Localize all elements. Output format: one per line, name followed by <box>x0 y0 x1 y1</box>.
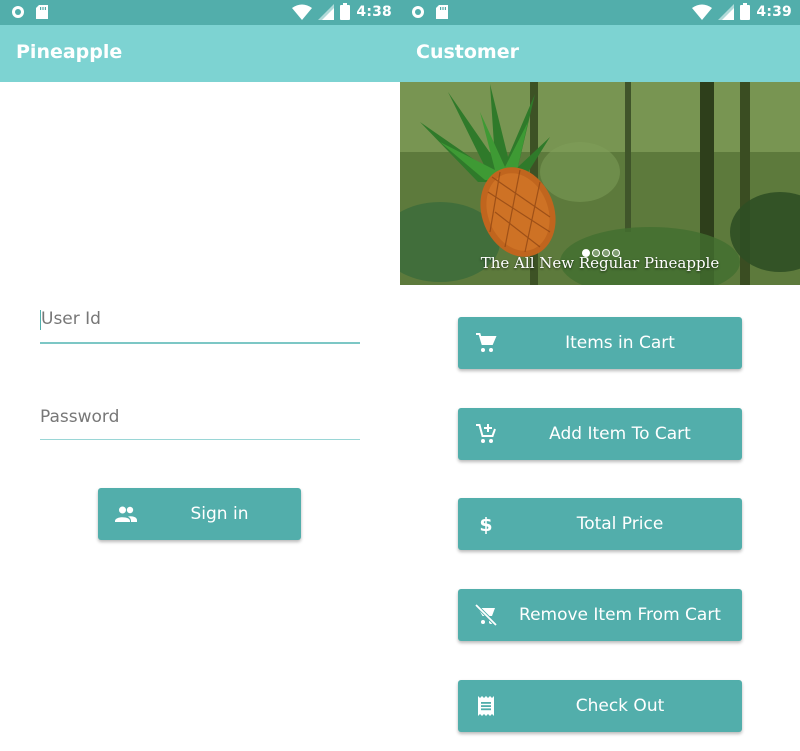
page-title: Pineapple <box>16 41 123 63</box>
sign-in-button[interactable]: Sign in <box>98 488 301 540</box>
status-time: 4:39 <box>756 3 792 20</box>
people-icon <box>115 506 137 522</box>
password-field[interactable]: Password <box>40 406 360 442</box>
battery-icon <box>340 3 351 20</box>
status-time: 4:38 <box>356 3 392 20</box>
wifi-icon <box>292 4 313 20</box>
page-title: Customer <box>416 41 519 63</box>
battery-icon <box>740 3 751 20</box>
remove-item-from-cart-button[interactable]: Remove Item From Cart <box>458 589 742 641</box>
app-bar: Pineapple <box>0 25 400 82</box>
app-bar: Customer <box>400 25 800 82</box>
add-to-cart-icon <box>476 424 496 443</box>
total-price-label: Total Price <box>576 514 664 534</box>
sd-card-icon <box>436 5 448 19</box>
items-in-cart-label: Items in Cart <box>565 333 675 353</box>
sync-icon <box>412 6 424 18</box>
password-underline <box>40 439 360 440</box>
login-screen: 4:38 Pineapple User Id Password Sign in <box>0 0 400 751</box>
carousel-caption: The All New Regular Pineapple <box>480 254 720 272</box>
add-item-to-cart-label: Add Item To Cart <box>549 424 691 444</box>
remove-item-from-cart-label: Remove Item From Cart <box>519 605 721 625</box>
signal-icon <box>718 3 735 20</box>
cart-icon <box>476 333 497 352</box>
sd-card-icon <box>36 5 48 19</box>
check-out-label: Check Out <box>575 696 665 716</box>
user-id-underline <box>40 342 360 344</box>
wifi-icon <box>692 4 713 20</box>
user-id-placeholder: User Id <box>41 309 101 329</box>
sync-icon <box>12 6 24 18</box>
add-item-to-cart-button[interactable]: Add Item To Cart <box>458 408 742 460</box>
status-bar: 4:39 <box>400 0 800 25</box>
receipt-icon <box>478 696 494 716</box>
user-id-field[interactable]: User Id <box>40 308 360 344</box>
svg-text:$: $ <box>479 514 492 536</box>
check-out-button[interactable]: Check Out <box>458 680 742 732</box>
dollar-icon: $ <box>479 514 492 536</box>
items-in-cart-button[interactable]: Items in Cart <box>458 317 742 369</box>
remove-from-cart-icon <box>474 603 498 627</box>
customer-screen: 4:39 Customer The All New Regular Pineap… <box>400 0 800 751</box>
image-carousel[interactable]: The All New Regular Pineapple <box>400 82 800 285</box>
password-placeholder: Password <box>40 407 120 427</box>
total-price-button[interactable]: $ Total Price <box>458 498 742 550</box>
sign-in-label: Sign in <box>190 504 249 524</box>
signal-icon <box>318 3 335 20</box>
status-bar: 4:38 <box>0 0 400 25</box>
